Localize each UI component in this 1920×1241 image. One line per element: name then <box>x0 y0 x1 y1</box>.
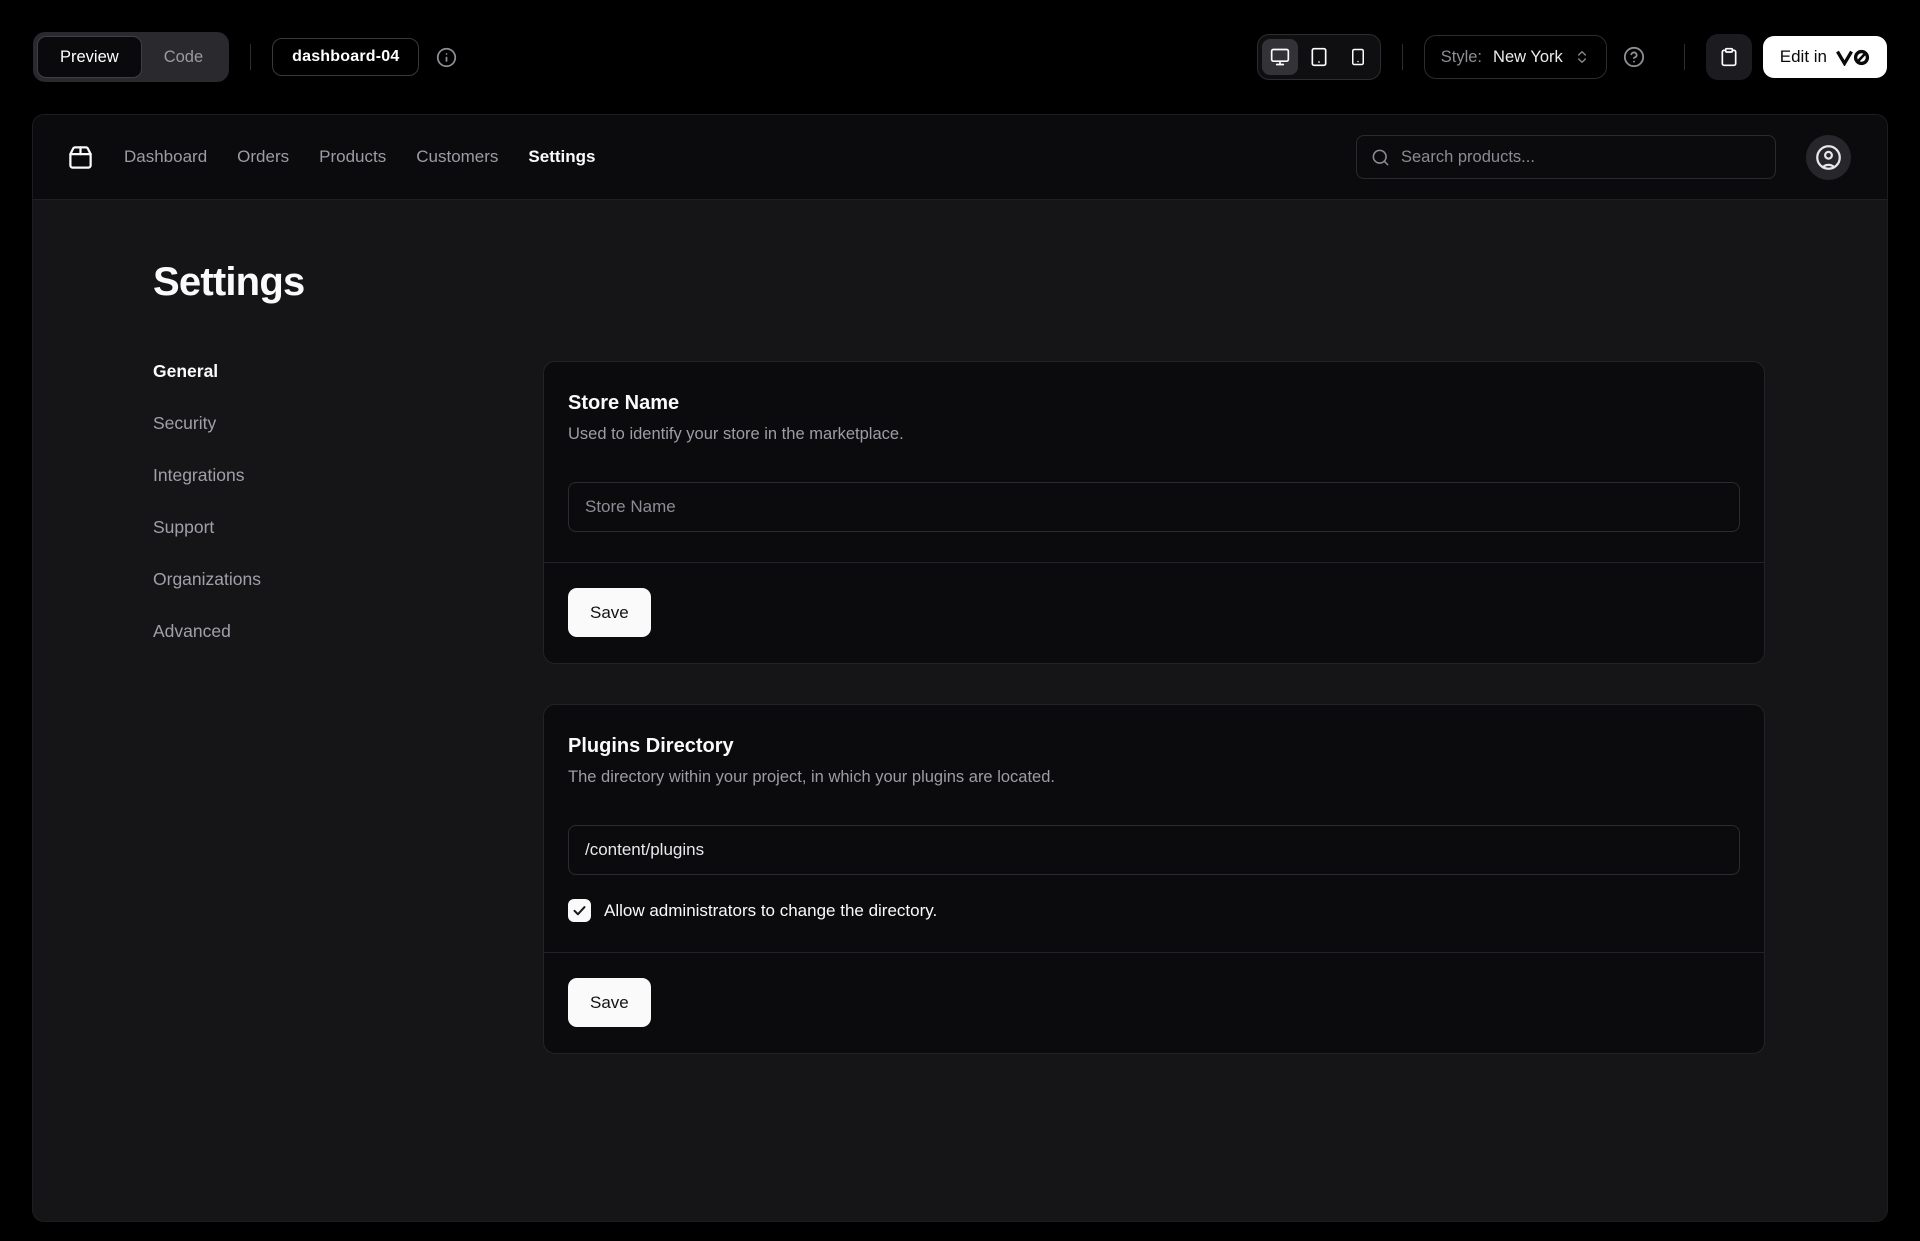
style-select-label: Style: <box>1441 48 1482 67</box>
settings-grid: General Security Integrations Support Or… <box>153 361 1765 1054</box>
project-name-badge[interactable]: dashboard-04 <box>272 38 419 76</box>
card-description: The directory within your project, in wh… <box>568 768 1740 787</box>
clipboard-icon <box>1719 47 1739 67</box>
card-content: Allow administrators to change the direc… <box>544 787 1764 952</box>
settings-cards: Store Name Used to identify your store i… <box>543 361 1765 1054</box>
v0-logo-icon <box>1836 49 1870 66</box>
toolbar-divider <box>1684 44 1685 70</box>
store-name-card: Store Name Used to identify your store i… <box>543 361 1765 664</box>
desktop-view-button[interactable] <box>1262 39 1298 75</box>
page-title: Settings <box>153 260 1765 305</box>
nav-item-customers[interactable]: Customers <box>416 147 498 167</box>
store-header: Dashboard Orders Products Customers Sett… <box>33 115 1887 200</box>
card-description: Used to identify your store in the marke… <box>568 425 1740 444</box>
circle-user-icon <box>1815 144 1842 171</box>
search-products-input[interactable] <box>1401 148 1761 167</box>
card-content <box>544 444 1764 562</box>
user-menu-button[interactable] <box>1806 135 1851 180</box>
card-footer: Save <box>544 562 1764 663</box>
checkbox-checked[interactable] <box>568 899 591 922</box>
settings-sidebar: General Security Integrations Support Or… <box>153 361 543 642</box>
preview-frame: Dashboard Orders Products Customers Sett… <box>32 114 1888 1222</box>
sidebar-item-general[interactable]: General <box>153 361 543 382</box>
device-toggle-group <box>1257 34 1381 80</box>
search-icon <box>1371 148 1390 167</box>
nav-item-orders[interactable]: Orders <box>237 147 289 167</box>
edit-in-v0-button[interactable]: Edit in <box>1763 36 1887 78</box>
save-button[interactable]: Save <box>568 588 651 637</box>
smartphone-icon <box>1349 48 1367 66</box>
v0-toolbar: Preview Code dashboard-04 <box>0 0 1920 114</box>
plugins-directory-input[interactable] <box>568 825 1740 875</box>
checkbox-label: Allow administrators to change the direc… <box>604 901 937 921</box>
toolbar-right: Style: New York Edit in <box>1257 34 1887 80</box>
store-name-input[interactable] <box>568 482 1740 532</box>
sidebar-item-organizations[interactable]: Organizations <box>153 569 543 590</box>
code-tab[interactable]: Code <box>142 36 225 78</box>
nav-item-products[interactable]: Products <box>319 147 386 167</box>
help-icon[interactable] <box>1623 46 1645 68</box>
toolbar-left: Preview Code dashboard-04 <box>33 32 457 82</box>
main-nav: Dashboard Orders Products Customers Sett… <box>124 147 595 167</box>
card-header: Plugins Directory The directory within y… <box>544 705 1764 787</box>
toolbar-divider <box>250 44 251 70</box>
tablet-icon <box>1309 47 1329 67</box>
edit-in-v0-label: Edit in <box>1780 47 1827 67</box>
mobile-view-button[interactable] <box>1340 39 1376 75</box>
nav-item-dashboard[interactable]: Dashboard <box>124 147 207 167</box>
card-header: Store Name Used to identify your store i… <box>544 362 1764 444</box>
card-title: Store Name <box>568 392 1740 415</box>
sidebar-item-advanced[interactable]: Advanced <box>153 621 543 642</box>
style-select-value: New York <box>1493 48 1563 67</box>
nav-item-settings[interactable]: Settings <box>528 147 595 167</box>
preview-tab[interactable]: Preview <box>37 36 142 78</box>
preview-code-toggle: Preview Code <box>33 32 229 82</box>
card-footer: Save <box>544 952 1764 1053</box>
desktop-icon <box>1270 47 1290 67</box>
package-logo-icon[interactable] <box>67 144 94 171</box>
copy-code-button[interactable] <box>1706 34 1752 80</box>
chevrons-up-down-icon <box>1574 49 1590 65</box>
tablet-view-button[interactable] <box>1301 39 1337 75</box>
allow-admins-checkbox-row[interactable]: Allow administrators to change the direc… <box>568 899 1740 922</box>
info-icon[interactable] <box>436 47 457 68</box>
settings-page: Settings General Security Integrations S… <box>33 200 1887 1221</box>
check-icon <box>572 903 587 918</box>
sidebar-item-integrations[interactable]: Integrations <box>153 465 543 486</box>
sidebar-item-support[interactable]: Support <box>153 517 543 538</box>
card-title: Plugins Directory <box>568 735 1740 758</box>
style-select[interactable]: Style: New York <box>1424 35 1607 79</box>
plugins-directory-card: Plugins Directory The directory within y… <box>543 704 1765 1054</box>
search-products-box <box>1356 135 1776 179</box>
sidebar-item-security[interactable]: Security <box>153 413 543 434</box>
toolbar-divider <box>1402 44 1403 70</box>
save-button[interactable]: Save <box>568 978 651 1027</box>
